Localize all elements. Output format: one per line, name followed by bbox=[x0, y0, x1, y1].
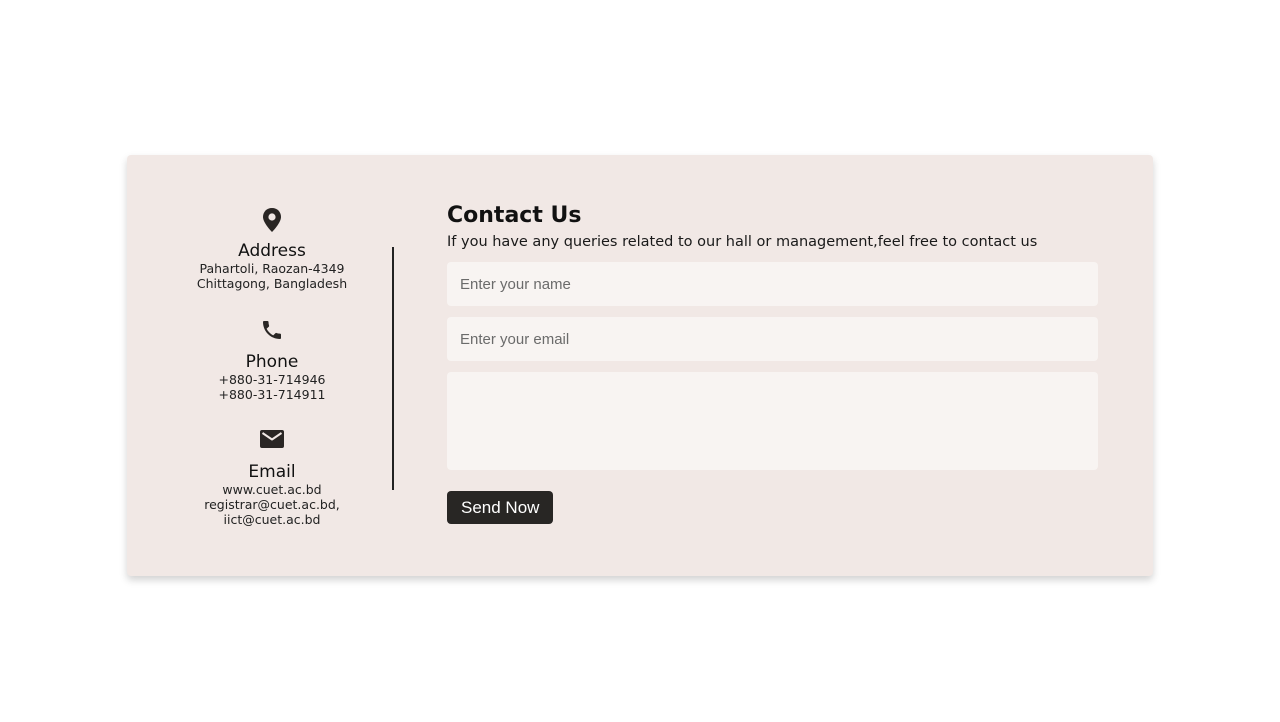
map-pin-icon bbox=[259, 207, 285, 233]
contact-info-column: Address Pahartoli, Raozan-4349 Chittagon… bbox=[127, 155, 417, 576]
phone-line-1: +880-31-714946 bbox=[218, 372, 326, 387]
contact-card: Address Pahartoli, Raozan-4349 Chittagon… bbox=[127, 155, 1153, 576]
address-heading: Address bbox=[238, 241, 306, 261]
address-line-1: Pahartoli, Raozan-4349 bbox=[199, 261, 345, 276]
phone-line-2: +880-31-714911 bbox=[218, 387, 326, 402]
email-block: Email www.cuet.ac.bd registrar@cuet.ac.b… bbox=[127, 428, 417, 527]
email-line-3: iict@cuet.ac.bd bbox=[223, 512, 321, 527]
email-heading: Email bbox=[248, 462, 296, 482]
envelope-icon bbox=[259, 428, 285, 454]
email-line-1: www.cuet.ac.bd bbox=[222, 482, 322, 497]
phone-icon bbox=[259, 318, 285, 344]
phone-heading: Phone bbox=[245, 352, 299, 372]
form-title: Contact Us bbox=[447, 203, 582, 228]
name-input[interactable] bbox=[447, 262, 1098, 306]
contact-form: Contact Us If you have any queries relat… bbox=[447, 201, 1099, 524]
send-now-button[interactable]: Send Now bbox=[447, 491, 554, 524]
phone-block: Phone +880-31-714946 +880-31-714911 bbox=[127, 318, 417, 402]
form-subtitle: If you have any queries related to our h… bbox=[447, 234, 1038, 250]
vertical-divider bbox=[392, 247, 394, 490]
email-input[interactable] bbox=[447, 317, 1098, 361]
email-line-2: registrar@cuet.ac.bd, bbox=[204, 497, 340, 512]
message-textarea[interactable] bbox=[447, 372, 1098, 470]
address-line-2: Chittagong, Bangladesh bbox=[196, 276, 348, 291]
address-block: Address Pahartoli, Raozan-4349 Chittagon… bbox=[127, 207, 417, 291]
